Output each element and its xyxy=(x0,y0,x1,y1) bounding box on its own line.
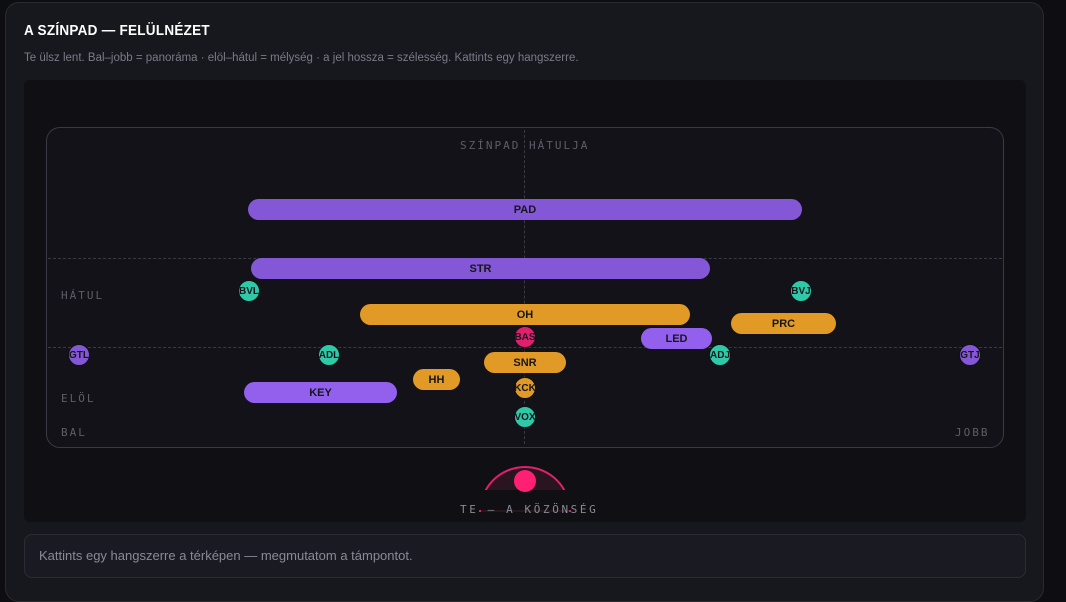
instrument-bvj[interactable]: BVJ xyxy=(790,280,812,302)
instrument-bas-label: BAS xyxy=(514,331,536,343)
instrument-adl-label: ADL xyxy=(318,349,340,361)
instrument-pad[interactable]: PAD xyxy=(248,199,802,220)
stage-back-label: SZÍNPAD HÁTULJA xyxy=(460,139,590,152)
instrument-gtl-label: GTL xyxy=(69,349,89,361)
instrument-snr-label: SNR xyxy=(513,356,537,369)
instrument-pad-label: PAD xyxy=(513,203,537,216)
instrument-vox-label: VOX xyxy=(514,411,536,423)
instrument-hh[interactable]: HH xyxy=(413,369,460,390)
stage-outline xyxy=(46,127,1004,448)
instrument-gtl[interactable]: GTL xyxy=(68,344,90,366)
instrument-hh-label: HH xyxy=(428,373,445,386)
depth-back-label: HÁTUL xyxy=(61,289,105,302)
pan-right-label: JOBB xyxy=(955,426,990,439)
instrument-oh[interactable]: OH xyxy=(360,304,690,325)
instrument-led-label: LED xyxy=(665,332,688,345)
instrument-adl[interactable]: ADL xyxy=(318,344,340,366)
listener-dot xyxy=(514,470,536,492)
pan-left-label: BAL xyxy=(61,426,87,439)
instrument-vox[interactable]: VOX xyxy=(514,406,536,428)
instrument-bvl-label: BVL xyxy=(239,285,259,297)
instrument-key-label: KEY xyxy=(309,386,332,399)
instrument-key[interactable]: KEY xyxy=(244,382,397,403)
depth-front-label: ELÖL xyxy=(61,392,96,405)
instrument-bas[interactable]: BAS xyxy=(514,326,536,348)
audience-label: TE — A KÖZÖNSÉG xyxy=(460,503,599,516)
panel-subtitle: Te ülsz lent. Bal–jobb = panoráma · elöl… xyxy=(24,52,579,64)
instrument-kck-label: KCK xyxy=(514,382,536,394)
instrument-adj[interactable]: ADJ xyxy=(709,344,731,366)
instrument-gtj-label: GTJ xyxy=(960,349,980,361)
instrument-prc[interactable]: PRC xyxy=(731,313,836,334)
instrument-str[interactable]: STR xyxy=(251,258,710,279)
instrument-bvl[interactable]: BVL xyxy=(238,280,260,302)
instrument-led[interactable]: LED xyxy=(641,328,712,349)
instrument-kck[interactable]: KCK xyxy=(514,377,536,399)
instrument-adj-label: ADJ xyxy=(710,349,731,361)
instrument-gtj[interactable]: GTJ xyxy=(959,344,981,366)
hint-box: Kattints egy hangszerre a térképen — meg… xyxy=(24,534,1026,578)
instrument-bvj-label: BVJ xyxy=(791,285,811,297)
instrument-prc-label: PRC xyxy=(771,317,796,330)
instrument-oh-label: OH xyxy=(516,308,534,321)
instrument-snr[interactable]: SNR xyxy=(484,352,566,373)
instrument-str-label: STR xyxy=(469,262,492,275)
panel-title: A SZÍNPAD — FELÜLNÉZET xyxy=(24,22,210,39)
